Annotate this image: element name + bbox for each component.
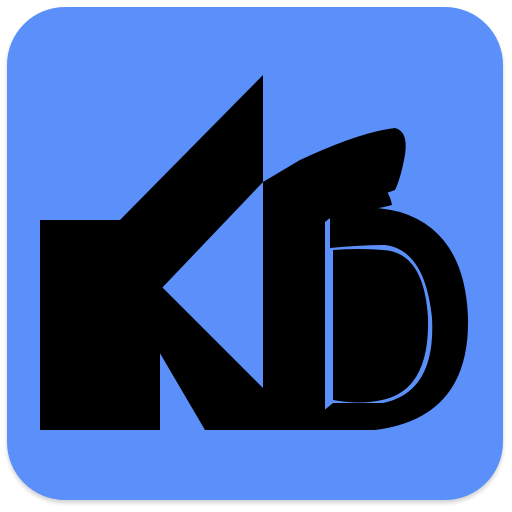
b-bowl <box>300 207 469 430</box>
kb-monogram-icon: KB <box>40 75 469 430</box>
icon-canvas: KB <box>0 0 512 512</box>
